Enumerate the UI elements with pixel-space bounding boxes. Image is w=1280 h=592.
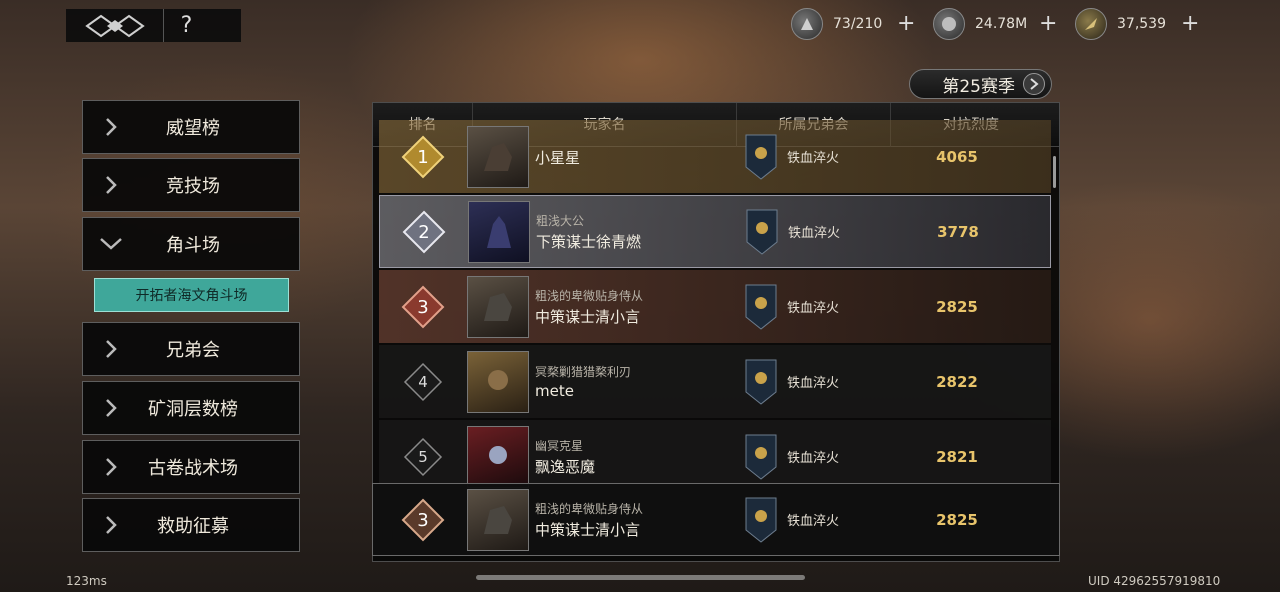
- player-score: 3778: [937, 222, 979, 241]
- currency-gold: 37,539 +: [1075, 8, 1199, 40]
- menu-item-colosseum[interactable]: 角斗场: [82, 217, 300, 271]
- player-name: 飘逸恶魔: [535, 457, 596, 476]
- menu-item-label: 竞技场: [166, 176, 220, 197]
- menu-item-rescue-recruit[interactable]: 救助征募: [82, 498, 300, 552]
- rank-badge: 3: [379, 483, 467, 556]
- rank-badge: 3: [379, 270, 467, 343]
- player-title: 粗浅的卑微贴身侍从: [535, 288, 644, 303]
- season-label: 第25赛季: [942, 76, 1015, 97]
- chevron-right-icon: [83, 457, 138, 477]
- gold-feather-icon: [1075, 8, 1107, 40]
- menu-item-arena[interactable]: 竞技场: [82, 158, 300, 212]
- guild-name: 铁血淬火: [787, 151, 840, 166]
- player-score: 2825: [936, 297, 978, 316]
- silver-value: 24.78M: [975, 16, 1028, 32]
- player-name: mete: [535, 382, 574, 400]
- rank-badge: 2: [380, 195, 468, 268]
- submenu-haven-colosseum[interactable]: 开拓者海文角斗场: [94, 278, 289, 312]
- guild-emblem-icon: [735, 358, 787, 406]
- ping-indicator: 123ms: [66, 574, 107, 588]
- top-left-bar: ?: [66, 9, 241, 42]
- avatar: [467, 275, 529, 338]
- svg-text:3: 3: [417, 297, 428, 318]
- rank-badge: 1: [379, 120, 467, 193]
- stamina-value: 73/210: [833, 16, 883, 32]
- stamina-icon: [791, 8, 823, 40]
- menu-item-mine-depth[interactable]: 矿洞层数榜: [82, 381, 300, 435]
- menu-item-prestige[interactable]: 威望榜: [82, 100, 300, 154]
- avatar: [468, 200, 530, 263]
- player-score: 2822: [936, 372, 978, 391]
- chevron-right-icon: [83, 117, 138, 137]
- svg-text:1: 1: [417, 147, 428, 168]
- player-name: 小星星: [535, 149, 581, 167]
- add-silver-button[interactable]: +: [1039, 13, 1057, 35]
- svg-text:5: 5: [418, 448, 428, 466]
- svg-text:4: 4: [418, 373, 428, 391]
- currency-stamina: 73/210 +: [791, 8, 915, 40]
- chevron-right-icon: [1023, 73, 1045, 95]
- avatar: [467, 488, 529, 551]
- player-title: 幽冥克星: [535, 438, 584, 453]
- menu-item-scroll-tactics[interactable]: 古卷战术场: [82, 440, 300, 494]
- menu-item-label: 古卷战术场: [148, 458, 238, 479]
- guild-emblem-icon: [735, 133, 787, 181]
- add-gold-button[interactable]: +: [1181, 13, 1199, 35]
- menu-item-label: 威望榜: [166, 118, 220, 139]
- guild-name: 铁血淬火: [787, 514, 840, 529]
- guild-emblem-icon: [735, 496, 787, 544]
- avatar: [467, 425, 529, 488]
- svg-text:2: 2: [418, 222, 429, 243]
- svg-text:3: 3: [417, 510, 428, 531]
- menu-item-brotherhood[interactable]: 兄弟会: [82, 322, 300, 376]
- table-row[interactable]: 4 冥楘剿猎猎楘利刃 mete 铁血淬火 2822: [379, 345, 1051, 418]
- guild-name: 铁血淬火: [787, 376, 840, 391]
- currency-silver: 24.78M +: [933, 8, 1057, 40]
- guild-name: 铁血淬火: [787, 451, 840, 466]
- player-title: 粗浅大公: [536, 213, 585, 228]
- guild-emblem-icon: [735, 433, 787, 481]
- player-score: 4065: [936, 147, 978, 166]
- table-row[interactable]: 3 粗浅的卑微贴身侍从 中策谋士清小言 铁血淬火 2825: [379, 270, 1051, 343]
- menu-item-label: 救助征募: [157, 516, 229, 537]
- guild-name: 铁血淬火: [788, 226, 841, 241]
- season-selector[interactable]: 第25赛季: [909, 69, 1052, 99]
- gold-value: 37,539: [1117, 16, 1166, 32]
- rank-badge: 4: [379, 345, 467, 418]
- chevron-right-icon: [83, 339, 138, 359]
- menu-item-label: 角斗场: [166, 235, 220, 256]
- chevron-right-icon: [83, 175, 138, 195]
- guild-name: 铁血淬火: [787, 301, 840, 316]
- my-rank-row[interactable]: 3 粗浅的卑微贴身侍从 中策谋士清小言 铁血淬火 2825: [372, 483, 1060, 556]
- player-name: 中策谋士清小言: [535, 520, 641, 539]
- player-score: 2821: [936, 447, 978, 466]
- avatar: [467, 125, 529, 188]
- chevron-right-icon: [83, 398, 138, 418]
- game-logo-icon[interactable]: [66, 9, 164, 42]
- player-name: 下策谋士徐青燃: [536, 232, 642, 251]
- user-uid: UID 42962557919810: [1088, 574, 1221, 588]
- silver-coin-icon: [933, 8, 965, 40]
- table-row[interactable]: 1 小星星 铁血淬火 4065: [379, 120, 1051, 193]
- avatar: [467, 350, 529, 413]
- add-stamina-button[interactable]: +: [897, 13, 915, 35]
- menu-item-label: 兄弟会: [166, 340, 220, 361]
- guild-emblem-icon: [735, 283, 787, 331]
- player-title: 冥楘剿猎猎楘利刃: [535, 365, 632, 379]
- player-title: 粗浅的卑微贴身侍从: [535, 501, 644, 516]
- guild-emblem-icon: [736, 208, 788, 256]
- home-indicator[interactable]: [476, 575, 805, 580]
- player-score: 2825: [936, 510, 978, 529]
- player-name: 中策谋士清小言: [535, 307, 641, 326]
- chevron-right-icon: [83, 515, 138, 535]
- menu-item-label: 矿洞层数榜: [148, 399, 238, 420]
- help-button[interactable]: ?: [164, 13, 209, 38]
- leaderboard-scrollbar[interactable]: [1053, 156, 1056, 188]
- chevron-down-icon: [83, 237, 138, 251]
- table-row[interactable]: 2 粗浅大公 下策谋士徐青燃 铁血淬火 3778: [379, 195, 1051, 268]
